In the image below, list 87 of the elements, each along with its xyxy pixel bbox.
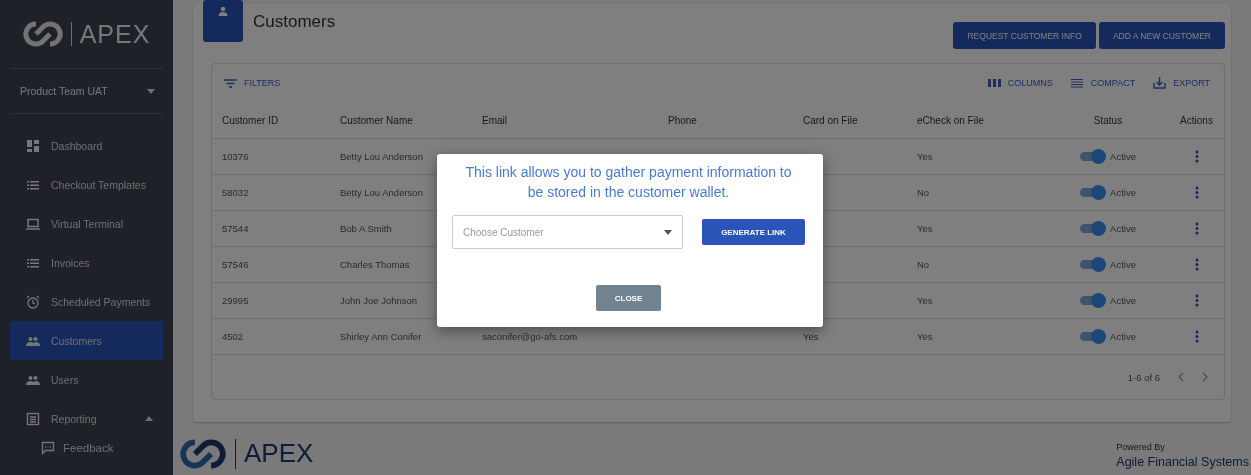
column-header[interactable]: Customer ID (212, 114, 330, 126)
toolbar-button[interactable]: EXPORT (1153, 77, 1210, 89)
table-cell: Yes (803, 331, 819, 342)
nav-item[interactable]: Scheduled Payments (10, 282, 163, 321)
nav-item[interactable]: Reporting (10, 399, 163, 438)
table-cell-text: John Joe Johnson (339, 295, 419, 306)
column-header[interactable]: Status (1047, 114, 1159, 126)
generate-link-button[interactable]: GENERATE LINK (702, 219, 805, 245)
status-toggle[interactable] (1080, 332, 1105, 341)
laptop-icon (26, 216, 40, 231)
header-button[interactable]: REQUEST CUSTOMER INFO (953, 22, 1096, 49)
alarm-icon (26, 294, 40, 309)
status-toggle[interactable] (1080, 260, 1105, 269)
nav-subitem[interactable]: Feedback (0, 438, 173, 458)
table-cell-text: No (916, 187, 931, 198)
status-label: Active (1110, 151, 1136, 162)
more-icon[interactable] (1194, 150, 1199, 163)
nav-item[interactable]: Virtual Terminal (10, 204, 163, 243)
table-cell-text: 4502 (221, 331, 245, 342)
table-cell-text: Yes (916, 295, 934, 306)
account-selector[interactable]: Product Team UAT (10, 69, 163, 114)
status-label: Active (1110, 331, 1136, 342)
table-cell-text: Betty Lou Anderson (339, 187, 424, 198)
chat-icon (41, 441, 55, 455)
table-cell-text: No (916, 259, 931, 270)
status-toggle[interactable] (1080, 296, 1105, 305)
logo-text: APEX (79, 19, 151, 49)
person-icon (218, 6, 228, 16)
toolbar-button[interactable]: COMPACT (1070, 77, 1136, 89)
table-cell-text: 57546 (221, 259, 250, 270)
nav-item[interactable]: Users (10, 360, 163, 399)
column-header[interactable]: Actions (1159, 114, 1224, 126)
table-cell-text: Yes (916, 223, 934, 234)
caret-icon (664, 229, 672, 235)
filter-icon (224, 78, 237, 88)
download-icon (1153, 77, 1167, 89)
status-label: Active (1110, 187, 1136, 198)
nav-item[interactable]: Checkout Templates (10, 165, 163, 204)
status-label: Active (1110, 295, 1136, 306)
nav-item[interactable]: Customers (10, 321, 163, 360)
table-cell-text: Yes (916, 151, 934, 162)
pagination-text: 1-6 of 6 (1127, 371, 1160, 383)
more-icon[interactable] (1194, 186, 1199, 199)
table-cell-text: 58032 (221, 187, 250, 198)
more-icon[interactable] (1194, 294, 1199, 307)
column-header[interactable]: Phone (658, 114, 793, 126)
chevron-right-icon[interactable] (1202, 372, 1208, 382)
lines-icon (1070, 77, 1084, 89)
report-icon (26, 411, 40, 426)
table-cell-text: 57544 (221, 223, 250, 234)
table-cell-text: Yes (916, 331, 934, 342)
status-toggle[interactable] (1080, 152, 1105, 161)
columns-icon (987, 77, 1001, 89)
dashboard-icon (26, 138, 40, 153)
nav-item[interactable]: Dashboard (10, 126, 163, 165)
company-name: Agile Financial Systems (1116, 455, 1249, 469)
table-cell: saconifer@go-afs.com (482, 331, 578, 342)
status-toggle[interactable] (1080, 188, 1105, 197)
header-button[interactable]: ADD A NEW CUSTOMER (1098, 22, 1225, 49)
table-cell-text: 10376 (221, 151, 250, 162)
column-header[interactable]: Card on File (793, 114, 907, 126)
table-cell-text: 29995 (221, 295, 250, 306)
page-title: Customers (253, 12, 337, 32)
more-icon[interactable] (1194, 330, 1199, 343)
nav-item[interactable]: Invoices (10, 243, 163, 282)
logo-text: APEX (244, 438, 314, 469)
close-button[interactable]: CLOSE (596, 285, 661, 311)
table-cell-text: Charles Thomas (339, 259, 411, 270)
column-header[interactable]: Email (472, 114, 658, 126)
status-label: Active (1110, 223, 1136, 234)
powered-by-label: Powered By (1116, 442, 1166, 452)
logo-icon (179, 438, 227, 469)
customer-select[interactable]: Choose Customer (452, 215, 683, 249)
more-icon[interactable] (1194, 222, 1199, 235)
table-cell-text: Betty Lou Anderson (339, 151, 424, 162)
filters-button[interactable]: FILTERS (224, 78, 281, 88)
status-toggle[interactable] (1080, 224, 1105, 233)
caret-icon (147, 88, 155, 94)
table-cell-text: Shirley Ann Conifer (339, 331, 423, 342)
more-icon[interactable] (1194, 258, 1199, 271)
logo-icon (22, 21, 63, 47)
column-header[interactable]: Customer Name (330, 114, 472, 126)
status-label: Active (1110, 259, 1136, 270)
chevron-left-icon[interactable] (1178, 372, 1184, 382)
column-header[interactable]: eCheck on File (907, 114, 1047, 126)
toolbar-button[interactable]: COLUMNS (987, 77, 1053, 89)
modal-message: This link allows you to gather payment information to be stored in the customer wallet. (464, 163, 793, 202)
